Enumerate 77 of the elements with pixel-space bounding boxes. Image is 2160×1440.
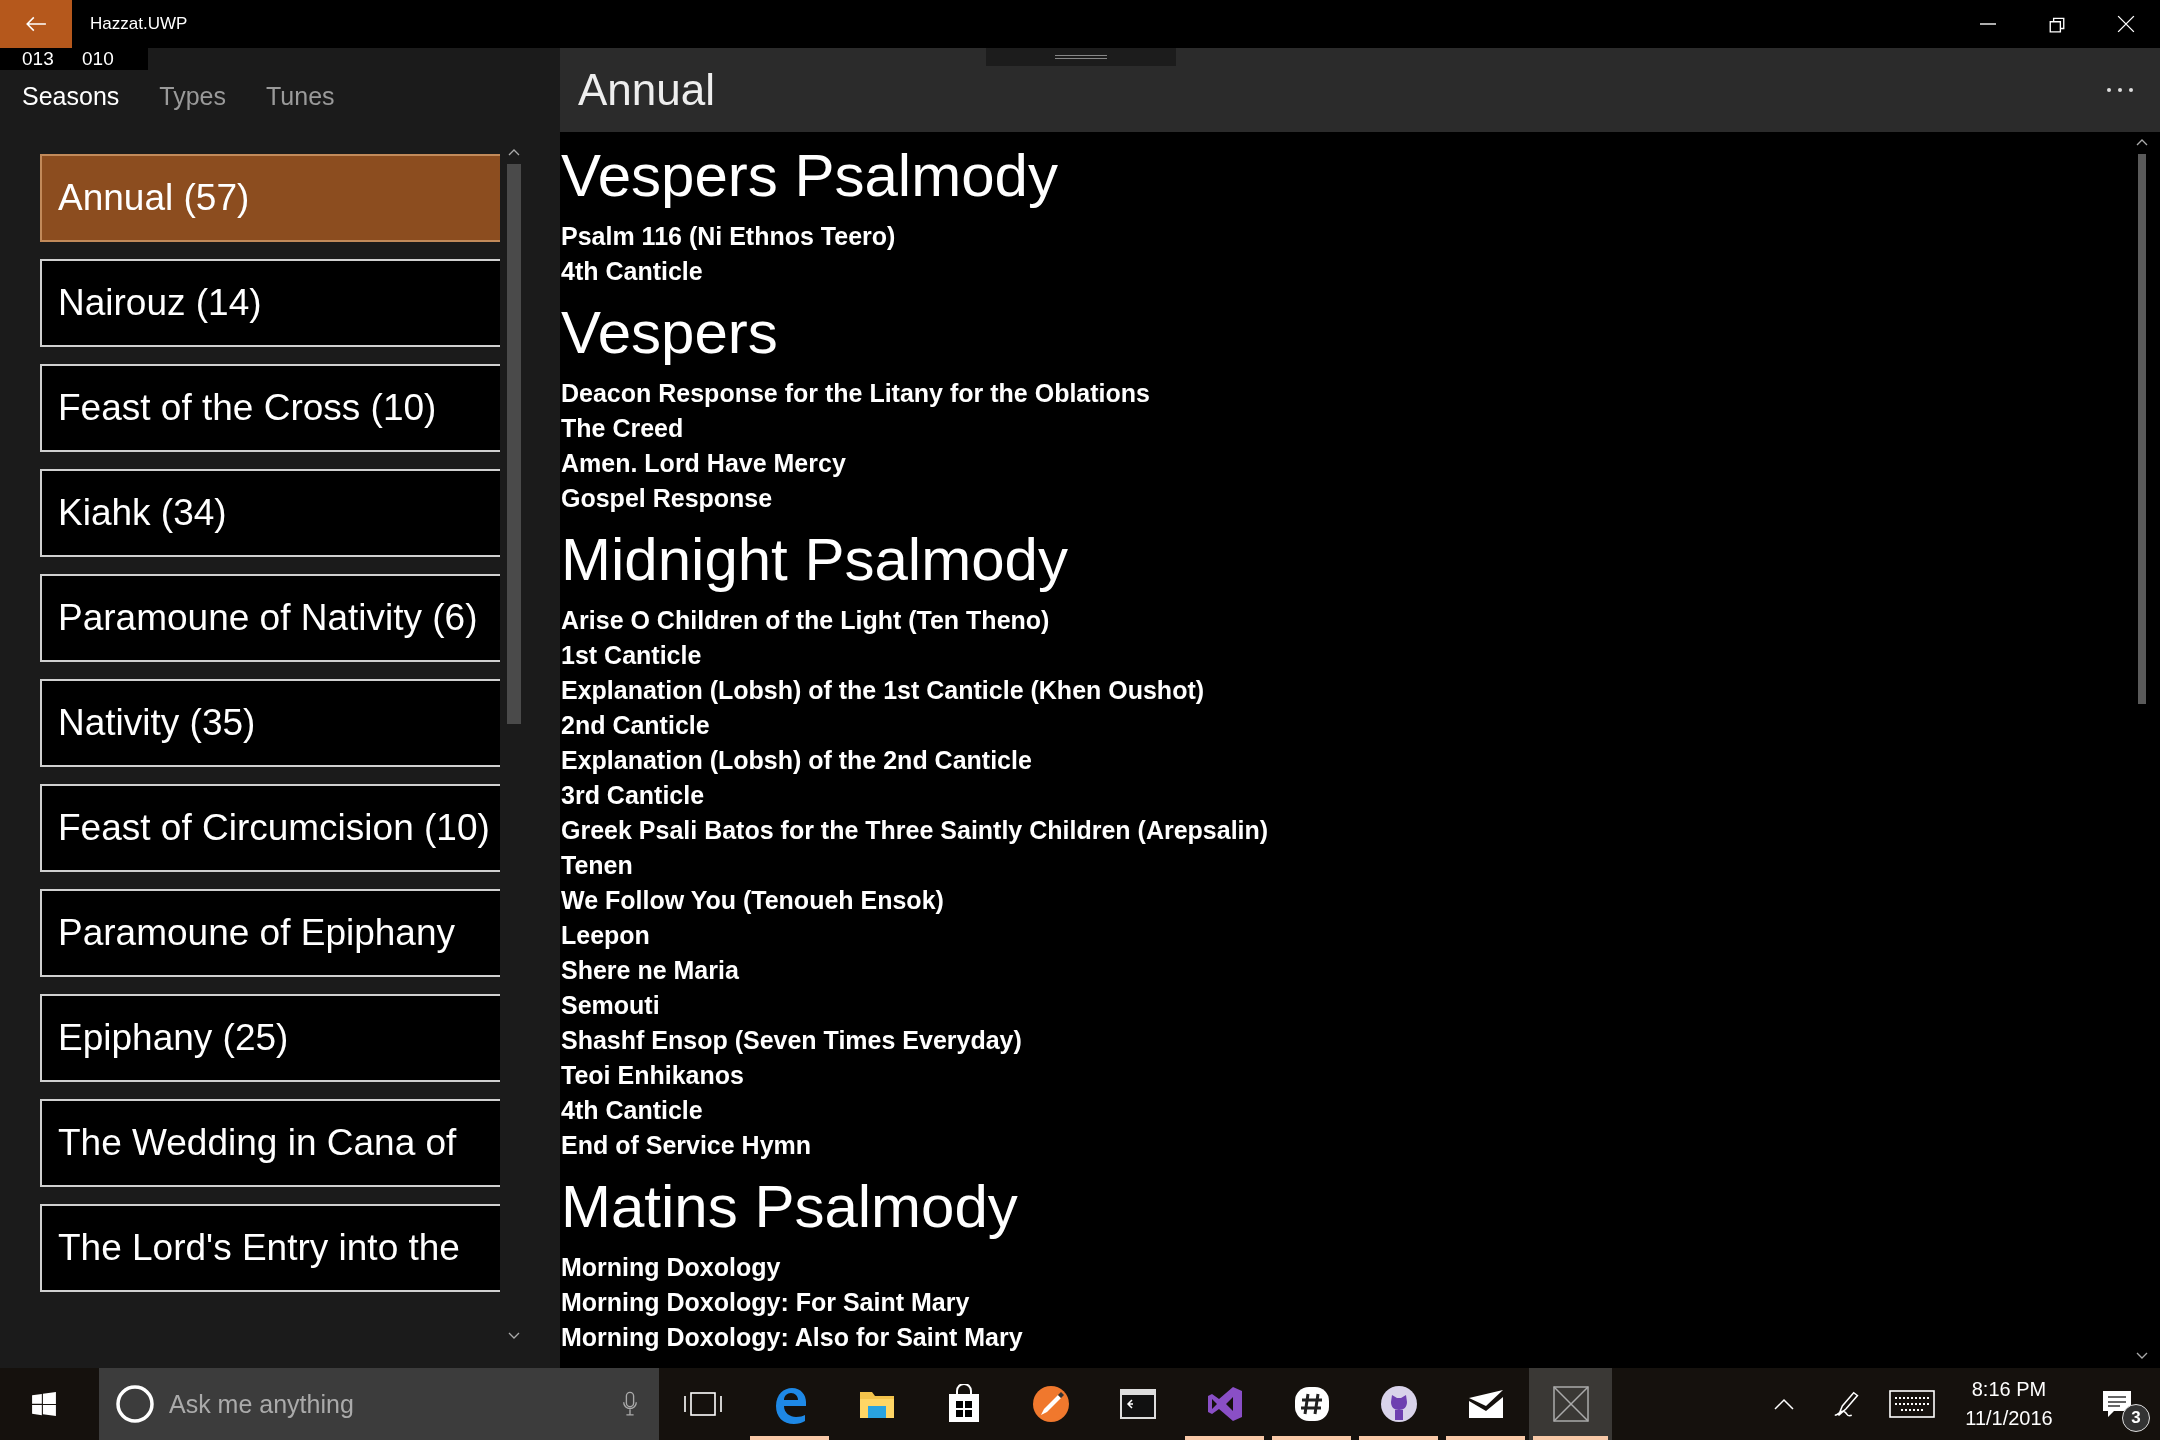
hymn-link[interactable]: Gospel Response: [561, 481, 2134, 516]
notifications-button[interactable]: 3: [2074, 1368, 2160, 1440]
crossed-box-icon: [1550, 1384, 1591, 1424]
counter-text: 013: [22, 48, 55, 70]
hymn-link[interactable]: 4th Canticle: [561, 1093, 2134, 1128]
clock-time: 8:16 PM: [1971, 1378, 2047, 1401]
chevron-up-icon: [1774, 1398, 1794, 1410]
list-item[interactable]: Paramoune of Nativity (6): [40, 574, 500, 662]
list-item[interactable]: Feast of the Cross (10): [40, 364, 500, 452]
list-item[interactable]: The Wedding in Cana of: [40, 1099, 500, 1187]
drag-handle[interactable]: [986, 48, 1176, 66]
hymn-link[interactable]: 3rd Canticle: [561, 778, 2134, 813]
tab[interactable]: Types: [159, 81, 226, 111]
window-title: Hazzat.UWP: [90, 14, 188, 34]
chevron-down-icon[interactable]: [508, 1332, 520, 1340]
hymn-link[interactable]: Leepon: [561, 918, 2134, 953]
hymn-link[interactable]: We Follow You (Tenoueh Ensok): [561, 883, 2134, 918]
tab[interactable]: Tunes: [266, 81, 335, 111]
close-icon: [2116, 15, 2135, 33]
hymn-link[interactable]: Shere ne Maria: [561, 953, 2134, 988]
notification-count: 3: [2122, 1404, 2150, 1432]
section-heading: Vespers: [561, 298, 779, 368]
hymn-link[interactable]: Greek Psali Batos for the Three Saintly Children (Arepsalin): [561, 813, 2134, 848]
hymn-link[interactable]: Morning Doxology: [561, 1250, 2134, 1285]
clock-button[interactable]: 8:16 PM 11/1/2016: [1944, 1368, 2074, 1440]
task-view-icon: [682, 1391, 723, 1417]
section-heading: Matins Psalmody: [561, 1172, 1019, 1242]
hymn-link[interactable]: Deacon Response for the Litany for the Oblations: [561, 376, 2134, 411]
list-item[interactable]: Kiahk (34): [40, 469, 500, 557]
brush-icon: [1030, 1384, 1071, 1424]
list-item[interactable]: The Lord's Entry into the: [40, 1204, 500, 1292]
hymn-link[interactable]: Explanation (Lobsh) of the 1st Canticle (Khen Oushot): [561, 673, 2134, 708]
hymn-link[interactable]: 2nd Canticle: [561, 708, 2134, 743]
hymn-link[interactable]: 4th Canticle: [561, 254, 2134, 289]
more-icon: [2105, 86, 2135, 94]
chevron-down-icon[interactable]: [2136, 1352, 2148, 1360]
hymn-link[interactable]: The Creed: [561, 411, 2134, 446]
scrollbar-thumb[interactable]: [2138, 154, 2146, 704]
hymn-link[interactable]: Explanation (Lobsh) of the 2nd Canticle: [561, 743, 2134, 778]
section-heading: Midnight Psalmody: [561, 525, 1069, 595]
hymn-link[interactable]: Morning Doxology: Also for Saint Mary: [561, 1320, 2134, 1355]
tab[interactable]: Seasons: [22, 81, 120, 111]
list-item[interactable]: Paramoune of Epiphany: [40, 889, 500, 977]
list-item[interactable]: Annual (57): [40, 154, 500, 242]
hymn-link[interactable]: Morning Doxology: For Saint Mary: [561, 1285, 2134, 1320]
hymn-link[interactable]: End of Service Hymn: [561, 1128, 2134, 1163]
section-heading: Vespers Psalmody: [561, 141, 1059, 211]
hymn-link[interactable]: Teoi Enhikanos: [561, 1058, 2134, 1093]
cat-icon: [1378, 1384, 1419, 1424]
hymn-link[interactable]: Shashf Ensop (Seven Times Everyday): [561, 1023, 2134, 1058]
chevron-up-icon[interactable]: [2136, 138, 2148, 146]
chevron-up-icon[interactable]: [508, 148, 520, 156]
search-field[interactable]: Ask me anything: [167, 1388, 621, 1420]
list-item[interactable]: Feast of Circumcision (10): [40, 784, 500, 872]
counter-text: 010: [82, 48, 115, 70]
page-title: Annual: [578, 65, 715, 115]
windows-logo-icon: [30, 1391, 57, 1417]
hymn-link[interactable]: 1st Canticle: [561, 638, 2134, 673]
clock-date: 11/1/2016: [1965, 1407, 2053, 1430]
hymn-link[interactable]: Tenen: [561, 848, 2134, 883]
hymn-link[interactable]: Semouti: [561, 988, 2134, 1023]
search-box[interactable]: Ask me anything: [99, 1368, 659, 1440]
list-item[interactable]: Nairouz (14): [40, 259, 500, 347]
hymn-link[interactable]: Psalm 116 (Ni Ethnos Teero): [561, 219, 2134, 254]
keyboard-icon: [1889, 1390, 1935, 1418]
circle-icon: [115, 1384, 155, 1424]
back-arrow-icon: [25, 15, 47, 33]
restore-icon: [2047, 15, 2066, 33]
hymn-link[interactable]: Amen. Lord Have Mercy: [561, 446, 2134, 481]
message-icon: [2102, 1390, 2132, 1418]
taskbar-app-button[interactable]: [1529, 1368, 1612, 1440]
minimize-icon: [1979, 23, 1996, 25]
list-item[interactable]: Epiphany (25): [40, 994, 500, 1082]
microphone-icon[interactable]: [621, 1390, 639, 1418]
list-item[interactable]: Nativity (35): [40, 679, 500, 767]
hymn-link[interactable]: Arise O Children of the Light (Ten Theno): [561, 603, 2134, 638]
scrollbar-thumb[interactable]: [507, 164, 521, 724]
